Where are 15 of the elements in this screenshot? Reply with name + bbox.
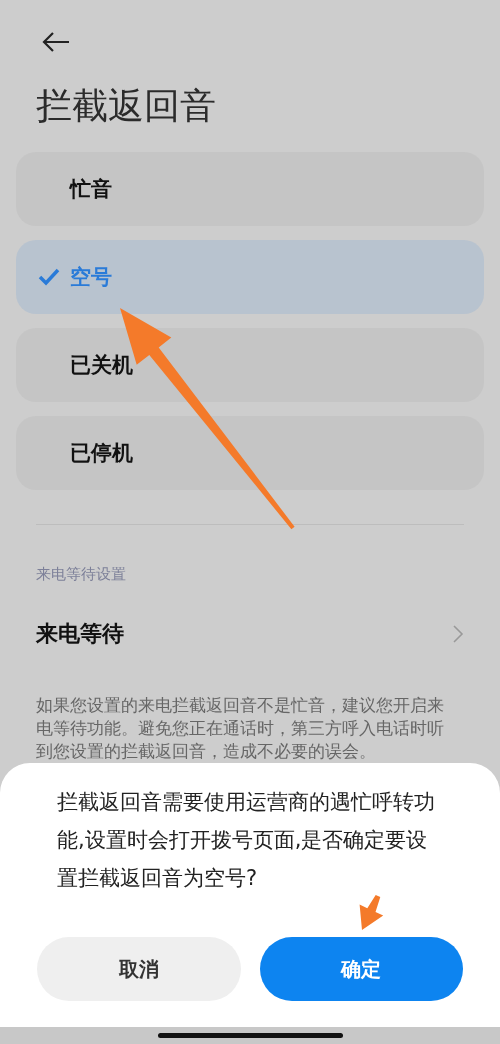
back-arrow-icon [41,31,71,53]
annotation-arrow [359,894,384,930]
chevron-right-icon [452,624,464,644]
option-item[interactable]: 忙音 [16,152,484,226]
section-header: 来电等待设置 [36,565,127,584]
footnote-text: 如果您设置的来电拦截返回音不是忙音，建议您开启来电等待功能。避免您正在通话时，第三方呼入电话时听到您设置的拦截返回音，造成不必要的误会。 [36,695,445,763]
check-icon [38,266,60,288]
option-item[interactable]: 已停机 [16,416,484,490]
page-title: 拦截返回音 [36,84,217,128]
option-item[interactable]: 已关机 [16,328,484,402]
dialog-message: 拦截返回音需要使用运营商的遇忙呼转功能,设置时会打开拨号页面,是否确定要设置拦截返回音为空号? [57,789,436,892]
cancel-button[interactable]: 取消 [37,937,241,1001]
confirm-button[interactable]: 确定 [259,937,463,1001]
setting-row[interactable]: 来电等待 [16,612,484,656]
setting-label: 来电等待 [36,620,124,648]
